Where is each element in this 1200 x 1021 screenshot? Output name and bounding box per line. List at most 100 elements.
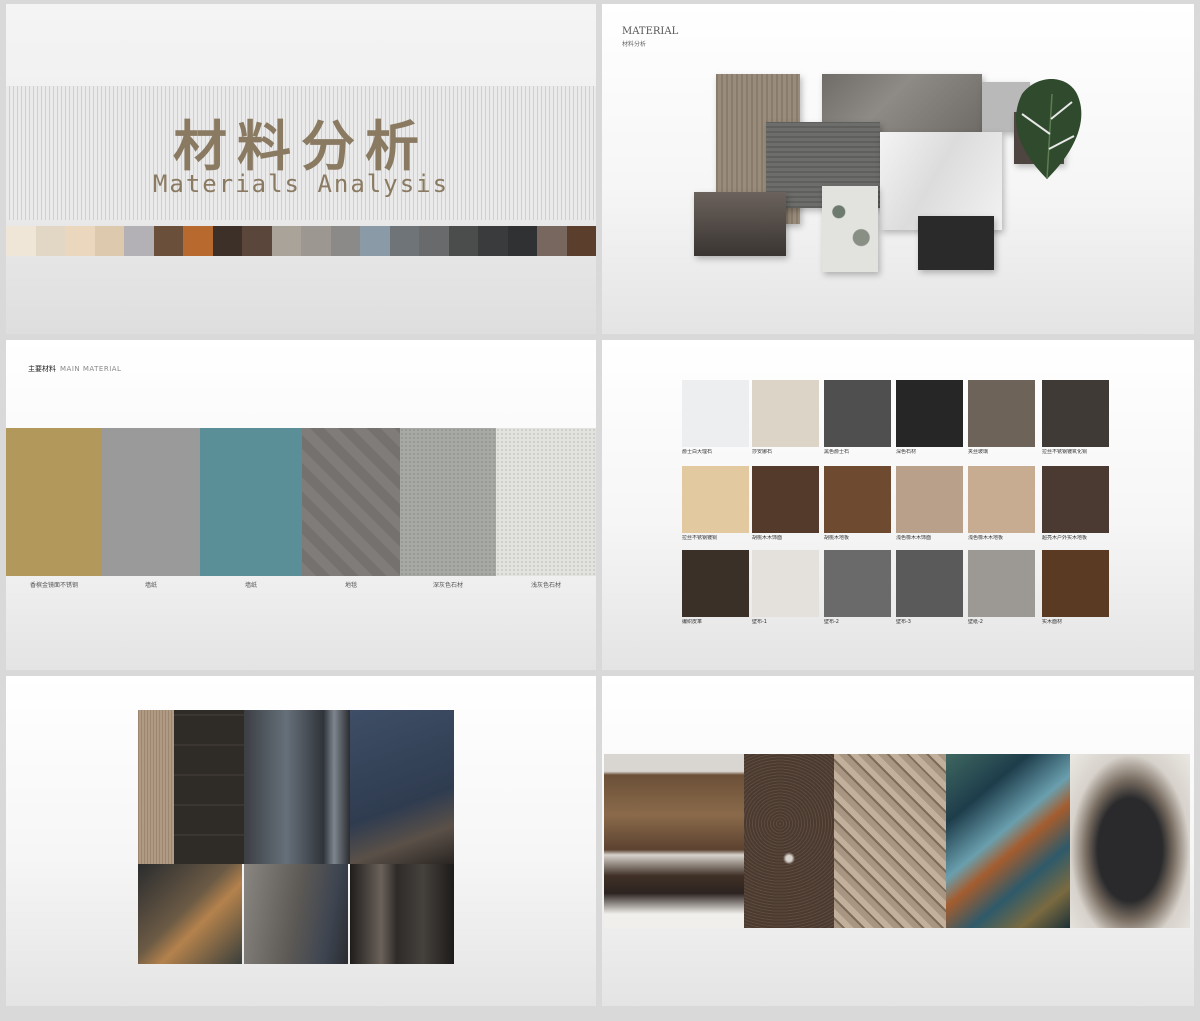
slide-main-material[interactable]: 主要材料 MAIN MATERIAL 香槟金镜面不锈钢 墙纸 墙纸 地毯 深灰色石材 浅灰色… (6, 340, 596, 670)
material-sample-label: 胡桃木地板 (824, 535, 850, 541)
main-material-label: 香槟金镜面不锈钢 (29, 582, 78, 589)
material-grid-cell: 胡桃木地板 (824, 466, 891, 541)
material-grid-cell: 深色石材 (896, 380, 963, 455)
main-material-swatch (496, 428, 596, 576)
main-material-swatch (302, 428, 400, 576)
material-sample-image (1042, 550, 1109, 617)
material-sample-image (896, 380, 963, 447)
main-material-label: 深灰色石材 (432, 582, 463, 589)
material-sample-label: 莎安娜石 (752, 449, 773, 455)
main-material-label: 墙纸 (244, 582, 257, 589)
terrazzo-sample (822, 186, 878, 272)
material-grid-cell: 拉丝不锈钢镀氧化铜 (1042, 380, 1109, 455)
dark-metal-trim-panel (350, 864, 454, 964)
slide-material-grid[interactable]: 爵士白大理石 莎安娜石 黑色爵士石 深色石材 夹丝玻璃 拉丝不锈钢镀氧化铜拉丝不锈钢镀铜 胡… (602, 340, 1194, 670)
material-grid-cell: 编织皮革 (682, 550, 749, 625)
color-swatch (124, 226, 154, 256)
color-swatch (301, 226, 331, 256)
main-material-row (6, 428, 596, 576)
color-swatch (566, 226, 596, 256)
material-sample-image (896, 550, 963, 617)
slide-title[interactable]: 材料分析 Materials Analysis (6, 4, 596, 334)
material-sample-label: 壁布-2 (824, 619, 839, 625)
title-english: Materials Analysis (152, 170, 450, 198)
main-material-swatch (400, 428, 496, 576)
color-swatch (360, 226, 390, 256)
main-material-swatch (102, 428, 200, 576)
material-sample-label: 胡桃木木饰面 (752, 535, 783, 541)
brushed-metal-panel (244, 710, 350, 864)
bronze-metal-sample (694, 192, 786, 256)
black-stone-sample (918, 216, 994, 270)
material-grid-cell: 胡桃木木饰面 (752, 466, 819, 541)
material-sample-label: 黑色爵士石 (824, 449, 850, 455)
slide-material-moodboard[interactable]: MATERIAL 材料分析 (602, 4, 1194, 334)
material-sample-label: 爵士白大理石 (682, 449, 713, 455)
material-sample-image (968, 380, 1035, 447)
material-sample-label: 拉丝不锈钢镀铜 (682, 535, 718, 541)
material-sample-image (1042, 380, 1109, 447)
material-grid-cell: 爵士白大理石 (682, 380, 749, 455)
material-grid-cell: 浅色橡木木地板 (968, 466, 1035, 541)
material-sample-label: 夹丝玻璃 (968, 449, 989, 455)
material-sample-image (752, 466, 819, 533)
shagreen-leather-image (744, 754, 834, 928)
slide-subtitle: 材料分析 (622, 41, 647, 48)
material-sample-image (752, 380, 819, 447)
material-grid-cell: 壁布-3 (896, 550, 963, 625)
material-sample-label: 壁布-3 (896, 619, 911, 625)
material-sample-image (682, 466, 749, 533)
material-sample-image (824, 380, 891, 447)
material-grid-cell: 实木面材 (1042, 550, 1109, 625)
material-sample-image (682, 380, 749, 447)
material-grid-cell: 夹丝玻璃 (968, 380, 1035, 455)
material-sample-label: 超亮木户外实木地板 (1042, 535, 1088, 541)
color-swatch (35, 226, 65, 256)
main-material-label: 浅灰色石材 (530, 582, 561, 589)
color-swatch (242, 226, 272, 256)
woven-rattan-image (834, 754, 946, 928)
material-grid-cell: 超亮木户外实木地板 (1042, 466, 1109, 541)
monstera-leaf-icon (1002, 74, 1092, 184)
color-swatch (153, 226, 183, 256)
material-sample-label: 浅色橡木木地板 (968, 535, 1004, 541)
color-swatch (6, 226, 36, 256)
perforated-metal-object-image (1070, 754, 1190, 928)
slide-color-texture-collage[interactable] (6, 676, 596, 1006)
material-grid-cell: 浅色橡木木饰面 (896, 466, 963, 541)
material-grid-cell: 拉丝不锈钢镀铜 (682, 466, 749, 541)
linen-texture-panel (138, 710, 174, 864)
material-grid-cell: 壁布-1 (752, 550, 819, 625)
material-sample-image (968, 550, 1035, 617)
main-material-swatch (6, 428, 102, 576)
material-sample-label: 编织皮革 (682, 619, 703, 625)
grey-fabric-panel (244, 864, 348, 964)
color-swatch (448, 226, 478, 256)
main-material-swatch (200, 428, 302, 576)
heading-en: MAIN MATERIAL (60, 365, 122, 373)
slide-texture-strip[interactable] (602, 676, 1194, 1006)
color-swatch (94, 226, 124, 256)
color-swatch (183, 226, 213, 256)
color-swatch (65, 226, 95, 256)
material-sample-image (824, 466, 891, 533)
material-sample-image (824, 550, 891, 617)
material-sample-image (1042, 466, 1109, 533)
main-material-label: 墙纸 (144, 582, 157, 589)
heading-cn: 主要材料 (28, 365, 56, 373)
material-sample-label: 深色石材 (896, 449, 917, 455)
color-swatch (330, 226, 360, 256)
material-grid-cell: 莎安娜石 (752, 380, 819, 455)
teal-ribbon-art-image (946, 754, 1070, 928)
color-swatch-strip (6, 226, 596, 256)
material-sample-image (968, 466, 1035, 533)
leather-grid-panel (174, 710, 244, 864)
color-swatch (212, 226, 242, 256)
material-sample-image (752, 550, 819, 617)
material-sample-image (682, 550, 749, 617)
material-sample-label: 浅色橡木木饰面 (896, 535, 932, 541)
material-grid-cell: 黑色爵士石 (824, 380, 891, 455)
material-sample-image (896, 466, 963, 533)
material-sample-label: 壁布-1 (752, 619, 767, 625)
color-swatch (271, 226, 301, 256)
